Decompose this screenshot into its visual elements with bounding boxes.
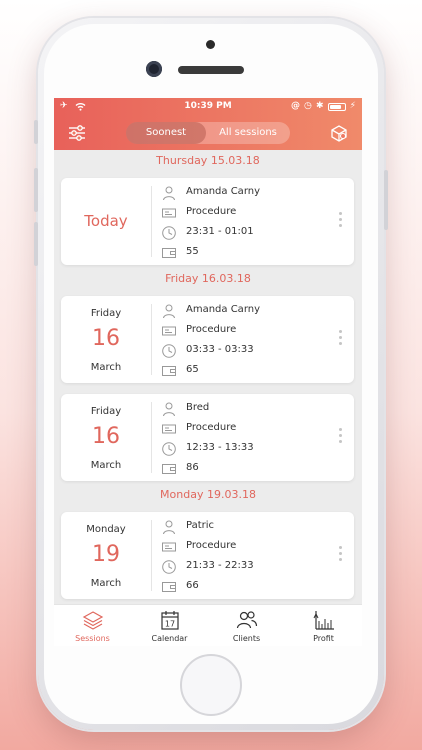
session-amount: 65: [186, 364, 199, 375]
client-name: Bred: [186, 402, 210, 413]
charging-icon: ⚡: [349, 101, 356, 111]
app-screen: ✈ 10:39 PM @ ◷ ✱ ⚡ Soonest All sessions …: [54, 98, 362, 646]
session-time: 12:33 - 13:33: [186, 442, 254, 453]
volume-down-button: [34, 222, 38, 266]
calendar-badge: 17: [165, 620, 175, 629]
service-name: Procedure: [186, 324, 237, 335]
power-button: [384, 170, 388, 230]
session-amount: 66: [186, 580, 199, 591]
tab-label: Clients: [232, 634, 261, 643]
front-camera: [146, 61, 162, 77]
user-icon: [163, 304, 175, 319]
bluetooth-icon: ✱: [316, 101, 324, 111]
tab-calendar[interactable]: 17 Calendar: [131, 605, 208, 646]
segment-all-sessions[interactable]: All sessions: [206, 122, 290, 144]
tab-profit[interactable]: Profit: [285, 605, 362, 646]
session-time: 21:33 - 22:33: [186, 560, 254, 571]
wallet-icon: [162, 582, 176, 592]
wallet-icon: [162, 366, 176, 376]
clock-icon: [162, 560, 176, 574]
wallet-icon: [162, 248, 176, 258]
sliders-icon: [69, 125, 85, 141]
tab-label: Sessions: [75, 634, 110, 643]
filter-button[interactable]: [66, 122, 88, 144]
card-divider: [151, 186, 152, 257]
user-icon: [163, 402, 175, 417]
session-weekday: Friday: [90, 308, 122, 319]
session-weekday: Monday: [86, 524, 126, 535]
calendar-icon: 17: [161, 611, 179, 630]
today-label: Today: [84, 212, 128, 230]
card-divider: [151, 520, 152, 591]
service-name: Procedure: [186, 206, 237, 217]
service-card-icon: [162, 424, 176, 434]
app-header: ✈ 10:39 PM @ ◷ ✱ ⚡ Soonest All sessions: [54, 98, 362, 150]
card-divider: [151, 402, 152, 473]
session-weekday: Friday: [90, 406, 122, 417]
session-filter-segment: Soonest All sessions: [126, 122, 290, 144]
session-month: March: [90, 578, 122, 589]
session-date-block: Monday 19 March: [61, 512, 151, 599]
session-time: 03:33 - 03:33: [186, 344, 254, 355]
card-divider: [151, 304, 152, 375]
tab-bar: Sessions 17 Calendar Clients Profit: [54, 604, 362, 646]
segment-soonest[interactable]: Soonest: [126, 122, 206, 144]
session-day-number: 16: [92, 424, 120, 449]
session-card[interactable]: Friday 16 March Amanda Carny Procedure 0…: [61, 296, 354, 383]
session-date-block: Friday 16 March: [61, 394, 151, 481]
session-day-number: 16: [92, 326, 120, 351]
service-name: Procedure: [186, 422, 237, 433]
tab-clients[interactable]: Clients: [208, 605, 285, 646]
session-amount: 86: [186, 462, 199, 473]
earpiece-speaker: [178, 66, 244, 74]
session-date-block: Friday 16 March: [61, 296, 151, 383]
session-card[interactable]: Monday 19 March Patric Procedure 21:33 -…: [61, 512, 354, 599]
more-options-button[interactable]: [336, 546, 344, 566]
battery-icon: [328, 103, 346, 111]
tab-label: Calendar: [151, 634, 188, 643]
box-button[interactable]: [328, 122, 350, 144]
client-name: Amanda Carny: [186, 304, 261, 315]
tab-sessions[interactable]: Sessions: [54, 605, 131, 646]
tab-label: Profit: [313, 634, 334, 643]
alarm-icon: ◷: [304, 101, 312, 111]
status-bar: ✈ 10:39 PM @ ◷ ✱ ⚡: [54, 98, 362, 116]
section-date-header: Thursday 15.03.18: [156, 154, 260, 167]
session-card[interactable]: Today Amanda Carny Procedure 23:31 - 01:…: [61, 178, 354, 265]
client-name: Patric: [186, 520, 215, 531]
user-icon: [163, 186, 175, 201]
users-icon: [236, 611, 258, 629]
session-card[interactable]: Friday 16 March Bred Procedure 12:33 - 1…: [61, 394, 354, 481]
home-button[interactable]: [180, 654, 242, 716]
more-options-button[interactable]: [336, 330, 344, 350]
service-card-icon: [162, 326, 176, 336]
session-amount: 55: [186, 246, 199, 257]
session-time: 23:31 - 01:01: [186, 226, 254, 237]
service-name: Procedure: [186, 540, 237, 551]
clock-icon: [162, 344, 176, 358]
more-options-button[interactable]: [336, 428, 344, 448]
section-date-header: Friday 16.03.18: [165, 272, 251, 285]
client-name: Amanda Carny: [186, 186, 261, 197]
layers-icon: [82, 611, 104, 630]
session-month: March: [90, 460, 122, 471]
chart-icon: [313, 611, 334, 630]
service-card-icon: [162, 208, 176, 218]
session-date-block: Today: [61, 178, 151, 265]
section-date-header: Monday 19.03.18: [160, 488, 256, 501]
wallet-icon: [162, 464, 176, 474]
location-icon: @: [291, 101, 300, 111]
service-card-icon: [162, 542, 176, 552]
clock-icon: [162, 226, 176, 240]
clock-icon: [162, 442, 176, 456]
volume-up-button: [34, 168, 38, 212]
session-day-number: 19: [92, 542, 120, 567]
proximity-sensor: [206, 40, 215, 49]
box-icon: [331, 125, 347, 142]
more-options-button[interactable]: [336, 212, 344, 232]
mute-switch: [34, 120, 38, 144]
user-icon: [163, 520, 175, 535]
session-month: March: [90, 362, 122, 373]
